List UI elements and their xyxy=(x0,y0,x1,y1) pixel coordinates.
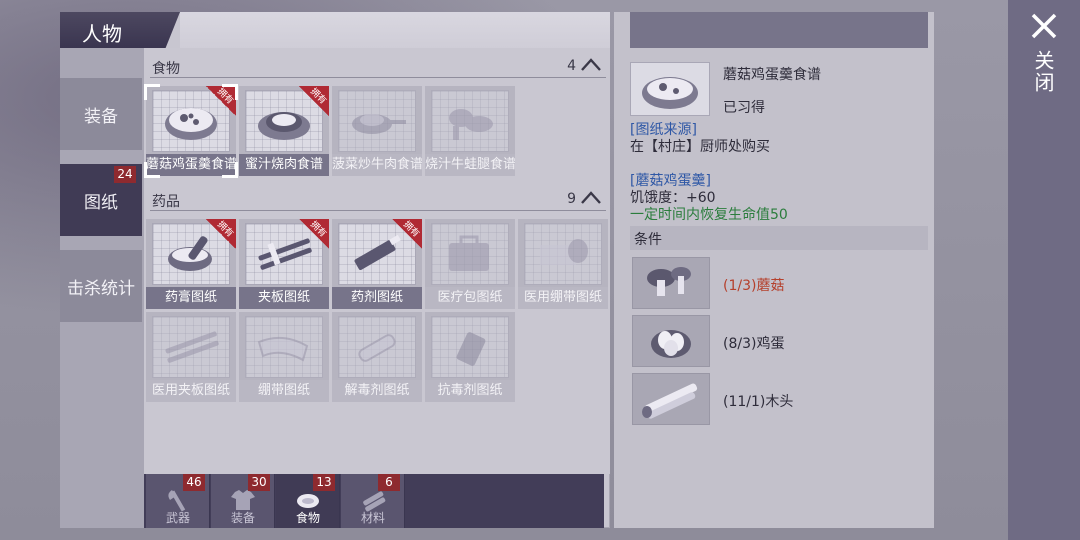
material-count: (11/1)木头 xyxy=(723,394,794,410)
detail-item-name: 蘑菇鸡蛋羹食谱 xyxy=(723,67,821,83)
chevron-up-icon xyxy=(581,58,601,71)
blueprint-card[interactable]: 解毒剂图纸 xyxy=(332,312,422,402)
material-slot[interactable] xyxy=(632,257,710,309)
material-slot[interactable] xyxy=(632,373,710,425)
detail-thumbnail xyxy=(630,62,710,116)
bowl-soup-icon xyxy=(642,77,698,109)
tab-label: 装备 xyxy=(230,511,255,525)
splint-icon xyxy=(165,331,219,363)
sidebar-item-kill-stats[interactable]: 击杀统计 xyxy=(60,250,142,322)
selection-corner xyxy=(222,84,238,100)
owned-ribbon: 拥有 xyxy=(299,86,329,116)
tab-count-badge: 46 xyxy=(183,474,205,491)
blueprint-card[interactable]: 拥有 蜜汁烧肉食谱 xyxy=(239,86,329,176)
title-strip xyxy=(180,12,610,48)
eggs-icon xyxy=(651,330,691,358)
tab-materials[interactable]: 6 材料 xyxy=(341,474,405,528)
medkit-icon xyxy=(449,235,489,271)
pill-bottle-icon xyxy=(456,332,486,366)
blueprint-card[interactable]: 医用绷带图纸 xyxy=(518,219,608,309)
blueprint-card[interactable]: 医疗包图纸 xyxy=(425,219,515,309)
card-name: 医用绷带图纸 xyxy=(518,287,608,309)
card-name: 医用夹板图纸 xyxy=(146,380,236,402)
card-name: 菠菜炒牛肉食谱 xyxy=(332,154,422,176)
tab-count-badge: 6 xyxy=(378,474,400,491)
sidebar-item-label: 击杀统计 xyxy=(67,278,135,299)
card-name: 夹板图纸 xyxy=(239,287,329,309)
selection-corner xyxy=(144,84,160,100)
wood-icon xyxy=(642,383,698,419)
card-name: 烧汁牛蛙腿食谱 xyxy=(425,154,515,176)
conditions-header: 条件 xyxy=(630,226,928,250)
blueprint-card[interactable]: 抗毒剂图纸 xyxy=(425,312,515,402)
section-count: 9 xyxy=(567,191,576,207)
material-slot[interactable] xyxy=(632,315,710,367)
tab-label: 武器 xyxy=(165,511,190,525)
blueprint-card[interactable]: 医用夹板图纸 xyxy=(146,312,236,402)
detail-status: 已习得 xyxy=(723,100,765,116)
blueprint-card[interactable]: 烧汁牛蛙腿食谱 xyxy=(425,86,515,176)
close-icon[interactable] xyxy=(1030,12,1058,40)
blueprints-count-badge: 24 xyxy=(114,166,136,183)
blueprint-card[interactable]: 拥有 药膏图纸 xyxy=(146,219,236,309)
blueprint-card[interactable]: 拥有 蘑菇鸡蛋羹食谱 xyxy=(144,84,238,178)
pan-icon xyxy=(352,114,406,134)
frog-leg-icon xyxy=(449,109,493,140)
tab-weapons[interactable]: 46 武器 xyxy=(146,474,210,528)
tab-count-badge: 13 xyxy=(313,474,335,491)
bandage-icon xyxy=(257,336,309,362)
card-name: 医疗包图纸 xyxy=(425,287,515,309)
chevron-up-icon xyxy=(581,191,601,204)
sidebar-item-label: 图纸 xyxy=(84,192,118,213)
source-text: 在【村庄】厨师处购买 xyxy=(630,139,770,155)
selection-corner xyxy=(222,162,238,178)
card-name: 绷带图纸 xyxy=(239,380,329,402)
section-count: 4 xyxy=(567,58,576,74)
tab-count-badge: 30 xyxy=(248,474,270,491)
section-label: 药品 xyxy=(152,194,180,210)
detail-header-bar xyxy=(630,12,928,48)
section-header-food[interactable]: 食物 4 xyxy=(150,52,606,78)
owned-ribbon: 拥有 xyxy=(299,219,329,249)
mushroom-icon xyxy=(647,267,691,296)
section-header-medicine[interactable]: 药品 9 xyxy=(150,185,606,211)
bandage-roll-icon xyxy=(540,239,588,265)
owned-ribbon: 拥有 xyxy=(392,219,422,249)
card-name: 药剂图纸 xyxy=(332,287,422,309)
vial-icon xyxy=(358,334,396,362)
card-name: 解毒剂图纸 xyxy=(332,380,422,402)
tab-food[interactable]: 13 食物 xyxy=(276,474,340,528)
effect-heal: 一定时间内恢复生命值50 xyxy=(630,207,788,223)
panel-title: 人物 xyxy=(60,12,180,48)
card-name: 药膏图纸 xyxy=(146,287,236,309)
card-name: 抗毒剂图纸 xyxy=(425,380,515,402)
sidebar-item-label: 装备 xyxy=(84,106,118,127)
sidebar-item-equipment[interactable]: 装备 xyxy=(60,78,142,150)
selection-corner xyxy=(144,162,160,178)
material-count: (8/3)鸡蛋 xyxy=(723,336,785,352)
blueprint-card[interactable]: 拥有 药剂图纸 xyxy=(332,219,422,309)
owned-ribbon: 拥有 xyxy=(206,219,236,249)
section-label: 食物 xyxy=(152,61,180,77)
blueprint-card[interactable]: 绷带图纸 xyxy=(239,312,329,402)
tab-label: 材料 xyxy=(360,511,385,525)
tab-equipment[interactable]: 30 装备 xyxy=(211,474,275,528)
card-name: 蜜汁烧肉食谱 xyxy=(239,154,329,176)
material-count: (1/3)蘑菇 xyxy=(723,278,785,294)
tab-label: 食物 xyxy=(295,511,320,525)
blueprint-card[interactable]: 菠菜炒牛肉食谱 xyxy=(332,86,422,176)
close-label[interactable]: 关闭 xyxy=(1030,50,1058,94)
blueprint-card[interactable]: 拥有 夹板图纸 xyxy=(239,219,329,309)
